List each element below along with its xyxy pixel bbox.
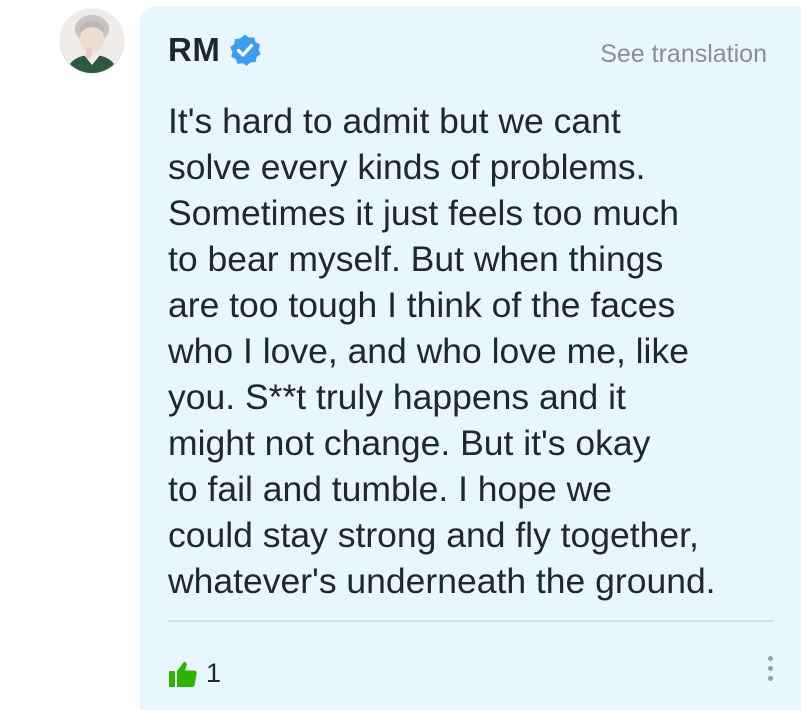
more-dot [767,676,773,681]
avatar[interactable] [60,9,124,73]
comment-line: to bear myself. But when things [168,239,664,279]
comment-line: whatever's underneath the ground. [168,561,716,601]
comment-line: solve every kinds of problems. [168,147,646,187]
comment-line: to fail and tumble. I hope we [168,469,613,509]
like-button[interactable]: 1 [168,658,221,689]
see-translation-link[interactable]: See translation [600,40,767,69]
comment-line: It's hard to admit but we cant [168,101,621,141]
author-name[interactable]: RM [168,31,220,69]
like-count: 1 [206,658,222,688]
more-dot [767,656,773,661]
comment-line: you. S**t truly happens and it [168,377,626,417]
comment-line: are too tough I think of the faces [168,285,676,325]
comment-line: Sometimes it just feels too much [168,193,680,233]
more-vertical-icon[interactable] [759,656,781,688]
comment-body: It's hard to admit but we cant solve eve… [168,98,788,604]
comment-line: might not change. But it's okay [168,423,651,463]
thumbs-up-icon [169,661,197,687]
more-dot [767,666,773,671]
comment-page: RM See translation It's hard to admit bu… [0,0,801,710]
author-row: RM [168,31,262,69]
verified-badge-icon [230,34,261,66]
avatar-image [60,9,124,73]
comment-card: RM See translation It's hard to admit bu… [140,6,801,710]
divider [168,620,774,622]
comment-line: could stay strong and fly together, [168,515,699,555]
comment-line: who I love, and who love me, like [168,331,689,371]
